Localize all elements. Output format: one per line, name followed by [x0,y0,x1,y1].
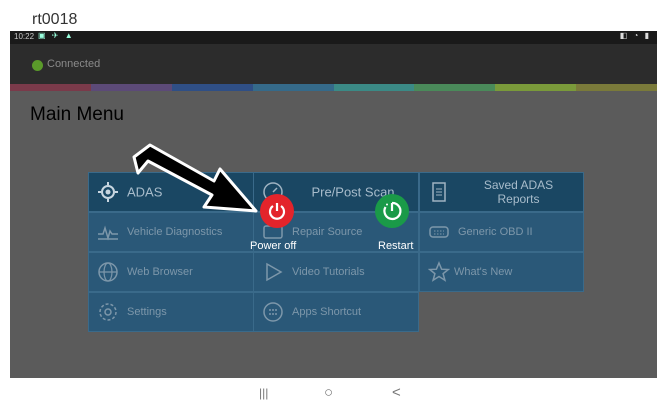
status-time: 10:22 [14,32,35,41]
restart-icon [383,201,402,221]
color-strip-segment [10,84,91,91]
recents-button[interactable]: ||| [259,386,268,400]
connection-status-icon [32,60,43,71]
restart-button[interactable] [375,194,409,228]
tile-settings-label: Settings [127,306,167,318]
apps-grid-icon [263,302,283,322]
tile-saved-adas-reports-label: Saved ADAS Reports [483,178,554,206]
color-strip-segment [576,84,657,91]
tile-repair-source-label: Repair Source [292,226,363,238]
tile-generic-obd[interactable]: Generic OBD II [419,212,584,252]
power-off-button[interactable] [260,194,294,228]
tablet-screen: 10:22 ▣ ✈ ▲ ◧ ◔ ▮ Connected Main Menu AD… [10,31,657,378]
tile-saved-adas-reports[interactable]: Saved ADAS Reports [419,172,584,212]
notification-icons: ▣ ✈ ▲ [38,31,75,40]
android-nav-bar: ||| ○ < [0,378,660,407]
target-icon [98,182,118,202]
tile-web-browser[interactable]: Web Browser [88,252,254,292]
tile-whats-new-label: What's New [454,266,513,278]
color-strip-segment [333,84,415,91]
device-label: rt0018 [32,11,78,28]
document-icon [432,182,446,202]
tile-apps-shortcut[interactable]: Apps Shortcut [253,292,419,332]
tile-video-tutorials-label: Video Tutorials [292,266,365,278]
globe-icon [98,262,118,282]
color-strip-segment [90,84,172,91]
restart-label: Restart [378,240,414,252]
tile-web-browser-label: Web Browser [127,266,193,278]
brand-color-strip [10,84,657,91]
color-strip-segment [495,84,577,91]
back-button[interactable]: < [392,384,401,401]
tile-vehicle-diagnostics-label: Vehicle Diagnostics [127,226,223,238]
tile-whats-new[interactable]: What's New [419,252,584,292]
color-strip-segment [252,84,334,91]
page-title: Main Menu [30,104,124,125]
tile-generic-obd-label: Generic OBD II [458,226,533,238]
color-strip-segment [414,84,496,91]
tile-settings[interactable]: Settings [88,292,254,332]
home-button[interactable]: ○ [324,384,333,401]
status-bar: 10:22 ▣ ✈ ▲ ◧ ◔ ▮ [10,31,657,44]
diagnostics-wave-icon [98,225,118,241]
obd-connector-icon [429,226,449,238]
gear-icon [99,303,117,321]
power-off-label: Power off [250,240,297,252]
device-frame: rt0018 10:22 ▣ ✈ ▲ ◧ ◔ ▮ Connected Main … [0,0,660,407]
power-icon [268,203,286,220]
tile-video-tutorials[interactable]: Video Tutorials [253,252,419,292]
tile-apps-shortcut-label: Apps Shortcut [292,306,362,318]
star-icon [428,261,450,282]
connection-status-text: Connected [47,58,101,70]
color-strip-segment [171,84,253,91]
annotation-arrow-icon [132,143,258,213]
play-icon [266,262,283,282]
connection-bar: Connected [10,44,657,84]
system-status-icons: ◧ ◔ ▮ [619,31,651,40]
